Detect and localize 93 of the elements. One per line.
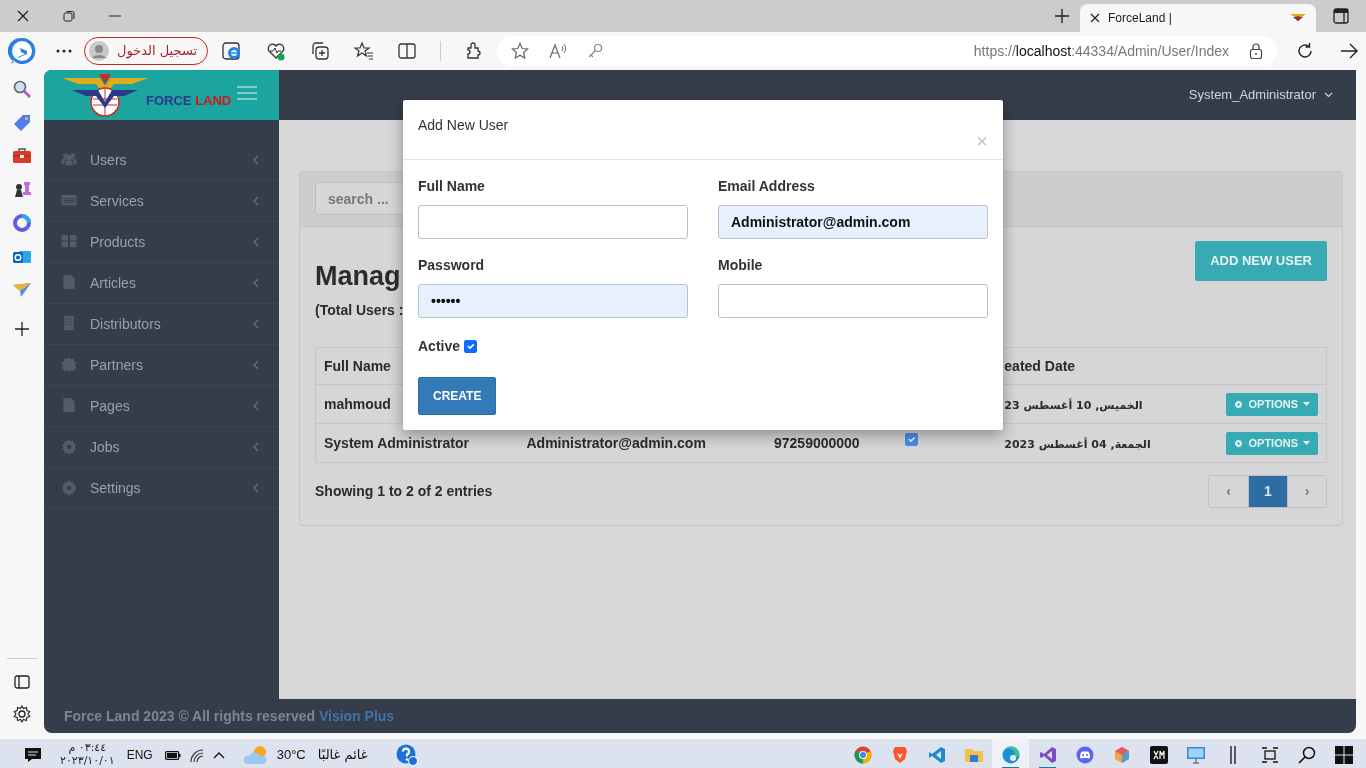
input-field[interactable]: [418, 205, 688, 239]
chevron-left-icon: [253, 319, 259, 329]
edge-icon[interactable]: [992, 739, 1029, 768]
sidebar-item[interactable]: Users: [44, 140, 279, 181]
table-cell: الجمعة, 04 أغسطس 2023: [1004, 437, 1151, 451]
clock[interactable]: ٠٣:٤٤ م ٢٠٢٣/١٠/٠١: [60, 742, 115, 768]
page-title: Manag: [315, 263, 402, 290]
sidebar-item[interactable]: Partners: [44, 345, 279, 386]
browser-tab[interactable]: ForceLand |: [1080, 4, 1316, 32]
input-field[interactable]: [718, 284, 988, 318]
gear-icon: [60, 480, 78, 496]
collections-icon[interactable]: [310, 41, 331, 61]
caret-icon: [1324, 92, 1333, 98]
sidebar-item[interactable]: Jobs: [44, 427, 279, 468]
heart-monitor-icon[interactable]: [266, 41, 287, 61]
chevron-left-icon: [253, 155, 259, 165]
plus-icon: [1055, 9, 1069, 23]
url-text[interactable]: https://localhost:44334/Admin/User/Index: [973, 40, 1230, 62]
field-label: Password: [418, 256, 486, 275]
gear-icon: [1234, 399, 1244, 409]
create-button[interactable]: CREATE: [418, 377, 497, 415]
user-menu[interactable]: System_Administrator: [1188, 85, 1333, 105]
notification-icon[interactable]: [24, 747, 42, 763]
add-user-button[interactable]: ADD NEW USER: [1195, 241, 1327, 281]
minimize-icon: [109, 15, 121, 17]
weather-text[interactable]: غائم غالبًا: [317, 745, 368, 765]
chevron-left-icon: [253, 442, 259, 452]
office-icon[interactable]: [13, 214, 31, 232]
dialog-title: Add New User: [418, 116, 509, 135]
sidebar-item[interactable]: Distributors: [44, 304, 279, 345]
lock-icon[interactable]: [1249, 43, 1264, 59]
chevron-left-icon: [253, 278, 259, 288]
help-icon[interactable]: [395, 744, 418, 766]
pagination-button[interactable]: 1: [1248, 476, 1287, 507]
language-indicator[interactable]: ENG: [126, 746, 153, 764]
field-label: Mobile: [718, 256, 764, 275]
users-icon: [60, 152, 78, 168]
file-icon: [60, 398, 78, 414]
gear-icon: [1234, 438, 1244, 448]
vision-plus-link[interactable]: Vision Plus: [318, 707, 395, 724]
sidebar-item[interactable]: Settings: [44, 468, 279, 509]
file-icon: [60, 275, 78, 291]
sidebar-item[interactable]: Services: [44, 181, 279, 222]
settings-icon[interactable]: [13, 705, 31, 723]
input-field[interactable]: ••••••: [418, 284, 688, 318]
chevron-left-icon: [253, 483, 259, 493]
chevron-up-icon[interactable]: [212, 751, 225, 759]
options-button[interactable]: OPTIONS: [1226, 392, 1318, 416]
send-icon[interactable]: [12, 282, 32, 298]
sidebar-item[interactable]: Pages: [44, 386, 279, 427]
add-icon[interactable]: [15, 322, 29, 336]
favicon-icon: [1290, 13, 1306, 23]
pagination-button[interactable]: ›: [1287, 476, 1326, 507]
grid-icon: [60, 234, 78, 250]
favorite-star-icon[interactable]: [511, 42, 530, 60]
footer-text: Force Land 2023 © All rights reserved Vision Plus: [64, 706, 395, 726]
avatar-icon: [89, 41, 109, 61]
toolbox-icon[interactable]: [12, 148, 32, 164]
chevron-left-icon: [253, 401, 259, 411]
chevron-left-icon: [253, 237, 259, 247]
window-layout-icon: [1333, 8, 1349, 24]
entries-summary: Showing 1 to 2 of 2 entries: [315, 482, 493, 501]
table-cell: الخميس, 10 أغسطس 23: [1004, 398, 1143, 412]
close-icon: [16, 9, 30, 23]
field-label: Email Address: [718, 177, 816, 196]
input-field[interactable]: Administrator@admin.com: [718, 205, 988, 239]
close-icon[interactable]: [1090, 13, 1100, 23]
chevron-left-icon: [253, 360, 259, 370]
sidebar-item[interactable]: Products: [44, 222, 279, 263]
options-button[interactable]: OPTIONS: [1226, 431, 1318, 455]
temperature-text[interactable]: 30°C: [276, 745, 306, 765]
caret-icon: [1303, 441, 1310, 445]
chevron-left-icon: [253, 196, 259, 206]
tag-icon[interactable]: [13, 114, 31, 132]
active-checkbox[interactable]: [464, 340, 478, 353]
split-screen-icon[interactable]: [398, 43, 417, 59]
caret-icon: [1303, 402, 1310, 406]
wifi-icon[interactable]: [189, 748, 204, 762]
badge-icon: [60, 357, 78, 373]
restore-icon: [63, 10, 75, 22]
read-aloud-icon[interactable]: [549, 43, 568, 59]
key-icon[interactable]: [587, 43, 604, 59]
address-bar[interactable]: https://localhost:44334/Admin/User/Index: [497, 36, 1278, 66]
extensions-icon[interactable]: [465, 42, 484, 60]
total-users-text: (Total Users :: [315, 301, 404, 320]
favorites-icon[interactable]: [354, 41, 375, 61]
sidebar-item[interactable]: Articles: [44, 263, 279, 304]
gear-icon: [60, 439, 78, 455]
outlook-icon[interactable]: [13, 248, 31, 266]
internet-explorer-icon[interactable]: [222, 41, 243, 61]
chess-pieces-icon[interactable]: [13, 180, 31, 198]
sidebar-toggle-icon[interactable]: [14, 675, 30, 689]
battery-icon[interactable]: [164, 750, 181, 760]
